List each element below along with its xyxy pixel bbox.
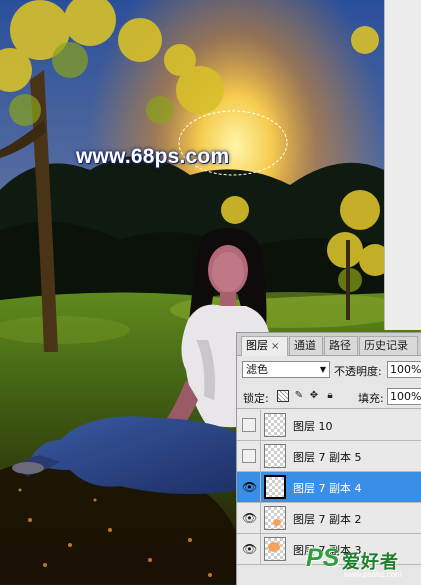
thumbnail-blob	[273, 519, 281, 526]
layer-row[interactable]: 👁︎ 图层 7 副本 2	[237, 503, 421, 534]
blend-mode-value: 滤色	[246, 363, 268, 376]
lock-icon[interactable]: 🔒︎	[324, 390, 336, 402]
layer-thumbnail	[264, 506, 286, 530]
thumbnail-blob	[268, 542, 280, 552]
watermark-text: www.68ps.com	[76, 145, 230, 168]
divider	[260, 441, 261, 471]
tab-history-label: 历史记录	[364, 339, 408, 352]
divider	[260, 534, 261, 564]
layer-name: 图层 7 副本 2	[293, 513, 362, 526]
layer-row[interactable]: 图层 10	[237, 410, 421, 441]
fill-label: 填充:	[358, 392, 384, 405]
layer-name: 图层 7 副本 4	[293, 482, 362, 495]
tab-channels-label: 通道	[294, 339, 316, 352]
visibility-toggle[interactable]	[242, 449, 256, 463]
layer-name: 图层 10	[293, 420, 333, 433]
lock-row: 锁定: ✎ ✥ 🔒︎ 填充: 100%	[237, 386, 421, 409]
divider	[260, 472, 261, 502]
close-icon[interactable]: ×	[271, 341, 279, 352]
eye-icon[interactable]: 👁︎	[242, 480, 257, 494]
opacity-input[interactable]: 100%	[387, 361, 421, 378]
tab-paths[interactable]: 路径	[324, 336, 358, 355]
blend-mode-select[interactable]: 滤色 ▼	[242, 361, 330, 378]
layer-thumbnail	[264, 413, 286, 437]
lock-label: 锁定:	[243, 392, 269, 405]
tab-layers[interactable]: 图层 ×	[241, 336, 288, 356]
site-logo: PS 爱好者 www.psahz.com	[306, 544, 420, 584]
tab-channels[interactable]: 通道	[289, 336, 323, 355]
layer-thumbnail	[264, 444, 286, 468]
divider	[260, 503, 261, 533]
canvas-gutter	[384, 0, 421, 330]
opacity-label: 不透明度:	[334, 365, 382, 378]
fill-input[interactable]: 100%	[387, 388, 421, 405]
blend-row: 滤色 ▼ 不透明度: 100%	[237, 359, 421, 381]
chevron-down-icon: ▼	[319, 365, 326, 374]
layer-row-selected[interactable]: 👁︎ 图层 7 副本 4	[237, 472, 421, 503]
visibility-toggle[interactable]	[242, 418, 256, 432]
layer-list: 图层 10 图层 7 副本 5 👁︎ 图层 7 副本 4 👁︎ 图层 7 副本 …	[237, 410, 421, 565]
divider	[260, 410, 261, 440]
tab-layers-label: 图层	[246, 339, 268, 352]
layer-thumbnail	[264, 537, 286, 561]
move-icon[interactable]: ✥	[308, 390, 320, 402]
eye-icon[interactable]: 👁︎	[242, 542, 257, 556]
tab-history[interactable]: 历史记录	[359, 336, 418, 355]
tab-paths-label: 路径	[329, 339, 351, 352]
lock-transparent-pixels-icon[interactable]	[277, 390, 289, 402]
layer-row[interactable]: 图层 7 副本 5	[237, 441, 421, 472]
brush-icon[interactable]: ✎	[293, 390, 305, 402]
logo-ps: PS	[306, 544, 340, 572]
eye-icon[interactable]: 👁︎	[242, 511, 257, 525]
layer-name: 图层 7 副本 5	[293, 451, 362, 464]
layer-thumbnail	[264, 475, 286, 499]
logo-url: www.psahz.com	[344, 570, 402, 579]
panel-tab-bar: 图层 × 通道 路径 历史记录	[237, 333, 421, 356]
